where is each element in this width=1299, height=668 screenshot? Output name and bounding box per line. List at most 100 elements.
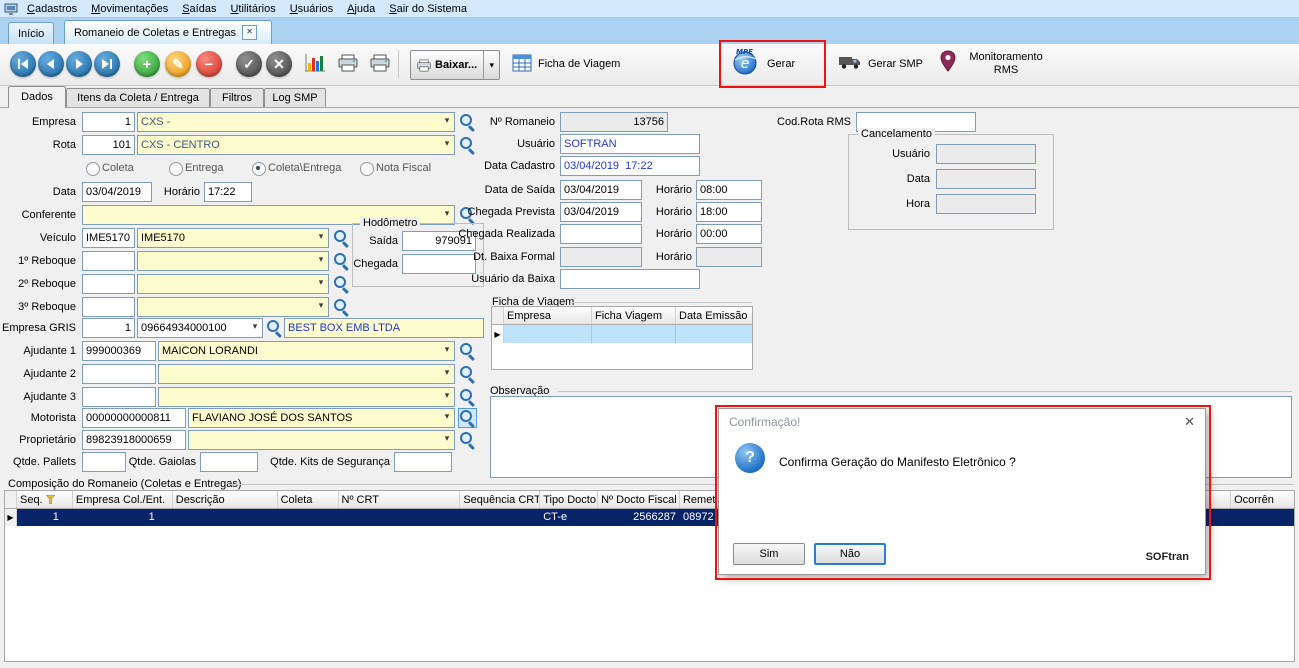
column-header[interactable]: Tipo Docto [540,491,599,508]
reboque3-code-field[interactable] [82,297,135,317]
empresa-gris-name-field[interactable]: BEST BOX EMB LTDA [284,318,484,338]
menu-usuarios[interactable]: Usuários [283,0,340,18]
grid-cell[interactable] [504,325,592,343]
radio-nota-fiscal[interactable] [360,162,374,176]
data-cadastro-field[interactable]: 03/04/2019 17:22 [560,156,700,176]
horario-field[interactable]: 17:22 [204,182,252,202]
cancel-button[interactable]: ✕ [266,51,292,77]
column-header[interactable]: Ocorrên [1231,491,1294,508]
nav-first-button[interactable] [10,51,36,77]
search-icon[interactable] [459,365,476,383]
usuario-baixa-field[interactable] [560,269,700,289]
printer-icon[interactable] [370,54,390,72]
column-header[interactable]: Nº CRT [339,491,461,508]
grid-cell[interactable] [592,325,676,343]
grid-cell[interactable] [173,509,278,526]
chart-icon[interactable] [304,53,326,73]
add-button[interactable]: + [134,51,160,77]
tab-log-smp[interactable]: Log SMP [264,88,326,107]
search-icon[interactable] [458,408,477,428]
rota-combo[interactable]: CXS - CENTRO ▾ [137,135,455,155]
close-icon[interactable]: ✕ [1184,414,1195,430]
table-icon[interactable] [512,54,532,72]
grid-cell[interactable] [1231,509,1294,526]
filter-icon[interactable] [45,494,56,505]
qtde-kits-field[interactable] [394,452,452,472]
usuario-field[interactable]: SOFTRAN [560,134,700,154]
column-header[interactable]: Sequência CRT [460,491,541,508]
ficha-viagem-button[interactable]: Ficha de Viagem [538,58,620,70]
qtde-pallets-field[interactable] [82,452,126,472]
search-icon[interactable] [459,342,476,360]
edit-button[interactable]: ✎ [165,51,191,77]
column-header[interactable]: Empresa [504,307,592,324]
grid-cell[interactable]: 2566287 [598,509,680,526]
tab-romaneio[interactable]: Romaneio de Coletas e Entregas ✕ [64,20,272,44]
nav-next-button[interactable] [66,51,92,77]
chevron-down-icon[interactable]: ▾ [315,231,327,242]
chevron-down-icon[interactable]: ▾ [441,390,453,401]
confirm-button[interactable]: ✓ [236,51,262,77]
tab-inicio[interactable]: Início [8,22,55,44]
empresa-gris-cnpj-field[interactable]: 09664934000100 ▾ [137,318,263,338]
grid-cell[interactable]: 1 [17,509,73,526]
reboque1-combo[interactable]: ▾ [137,251,329,271]
chevron-down-icon[interactable]: ▾ [441,367,453,378]
data-saida-field[interactable]: 03/04/2019 [560,180,642,200]
search-icon[interactable] [333,298,350,316]
search-icon[interactable] [266,319,283,337]
rota-code-field[interactable]: 101 [82,135,135,155]
truck-icon[interactable] [838,54,862,70]
chegada-prevista-horario-field[interactable]: 18:00 [696,202,762,222]
radio-coleta[interactable] [86,162,100,176]
sim-button[interactable]: Sim [733,543,805,565]
ajudante3-combo[interactable]: ▾ [158,387,455,407]
column-header-seq[interactable]: Seq. [17,491,73,508]
chegada-prevista-field[interactable]: 03/04/2019 [560,202,642,222]
grid-cell[interactable]: CT-e [540,509,598,526]
grid-cell[interactable]: 1 [73,509,173,526]
empresa-gris-code-field[interactable]: 1 [82,318,135,338]
ajudante1-code-field[interactable]: 999000369 [82,341,156,361]
monitoramento-rms-button[interactable]: Monitoramento RMS [960,51,1052,77]
menu-saidas[interactable]: Saídas [175,0,223,18]
radio-entrega[interactable] [169,162,183,176]
map-pin-icon[interactable] [940,50,956,72]
motorista-combo[interactable]: FLAVIANO JOSÉ DOS SANTOS ▾ [188,408,455,428]
ajudante2-code-field[interactable] [82,364,156,384]
grid-cell[interactable] [460,509,540,526]
menu-utilitarios[interactable]: Utilitários [223,0,282,18]
proprietario-combo[interactable]: ▾ [188,430,455,450]
gerar-button[interactable]: Gerar [767,58,795,70]
column-header[interactable]: Coleta [278,491,339,508]
chegada-realizada-field[interactable] [560,224,642,244]
menu-ajuda[interactable]: Ajuda [340,0,382,18]
ajudante1-combo[interactable]: MAICON LORANDI ▾ [158,341,455,361]
column-header[interactable]: Ficha Viagem [592,307,676,324]
column-header[interactable]: Descrição [173,491,278,508]
empresa-code-field[interactable]: 1 [82,112,135,132]
search-icon[interactable] [333,229,350,247]
reboque2-code-field[interactable] [82,274,135,294]
tab-dados[interactable]: Dados [8,86,66,108]
ajudante2-combo[interactable]: ▾ [158,364,455,384]
radio-coleta-entrega[interactable] [252,162,266,176]
nav-last-button[interactable] [94,51,120,77]
motorista-code-field[interactable]: 00000000000811 [82,408,186,428]
chevron-down-icon[interactable]: ▾ [441,411,453,422]
veiculo-combo[interactable]: IME5170 ▾ [137,228,329,248]
search-icon[interactable] [459,388,476,406]
tab-filtros[interactable]: Filtros [210,88,264,107]
printer-icon[interactable] [338,54,358,72]
nav-prev-button[interactable] [38,51,64,77]
reboque2-combo[interactable]: ▾ [137,274,329,294]
chevron-down-icon[interactable]: ▾ [315,300,327,311]
veiculo-code-field[interactable]: IME5170 [82,228,135,248]
grid-cell[interactable] [676,325,752,343]
menu-cadastros[interactable]: Cadastros [20,0,84,18]
tab-itens[interactable]: Itens da Coleta / Entrega [66,88,210,107]
column-header[interactable]: Data Emissão [676,307,752,324]
proprietario-code-field[interactable]: 89823918000659 [82,430,186,450]
search-icon[interactable] [459,431,476,449]
chevron-down-icon[interactable]: ▾ [483,51,499,79]
